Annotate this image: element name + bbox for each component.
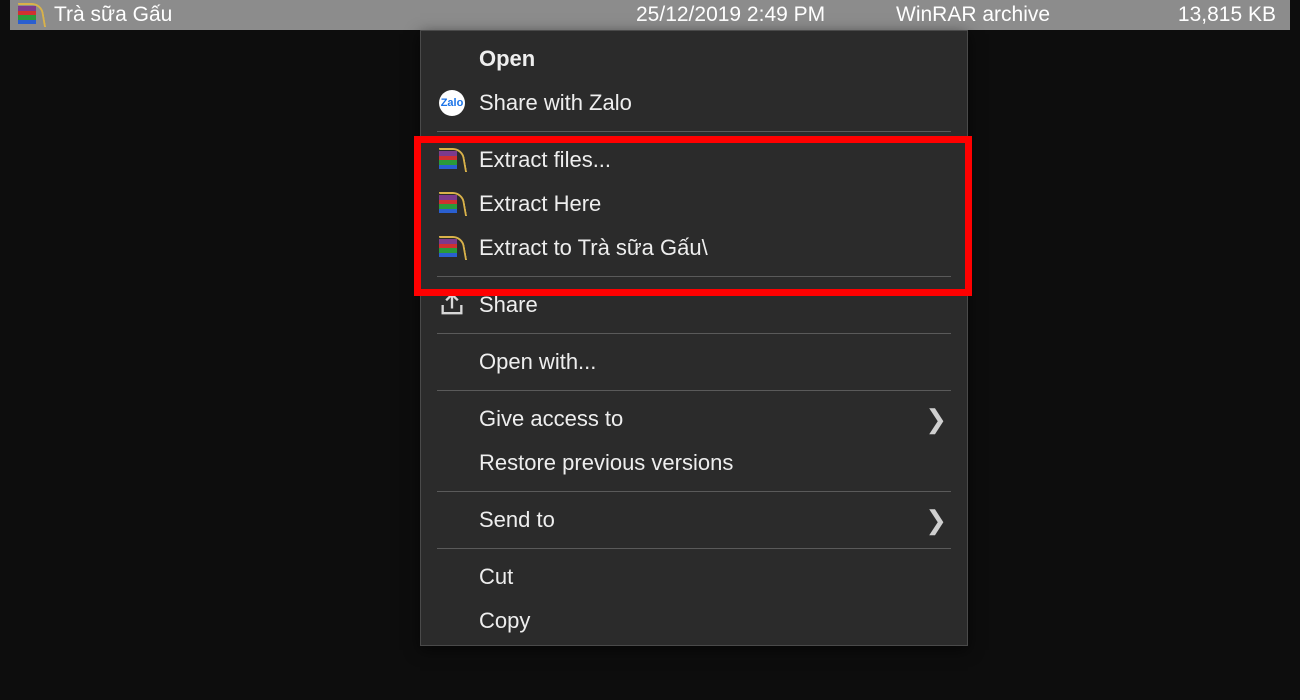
file-name: Trà sữa Gấu: [54, 3, 172, 27]
menu-item-share[interactable]: Share: [423, 283, 965, 327]
menu-label: Share with Zalo: [479, 90, 632, 116]
menu-item-extract-files[interactable]: Extract files...: [423, 138, 965, 182]
menu-label: Extract files...: [479, 147, 611, 173]
file-type: WinRAR archive: [896, 3, 1126, 27]
winrar-archive-icon: [437, 234, 467, 262]
menu-item-restore-previous-versions[interactable]: Restore previous versions: [423, 441, 965, 485]
winrar-archive-icon: [437, 190, 467, 218]
menu-item-send-to[interactable]: Send to ❯: [423, 498, 965, 542]
chevron-right-icon: ❯: [925, 505, 947, 536]
menu-label: Send to: [479, 507, 555, 533]
menu-item-share-zalo[interactable]: Zalo Share with Zalo: [423, 81, 965, 125]
chevron-right-icon: ❯: [925, 404, 947, 435]
menu-label: Share: [479, 292, 538, 318]
menu-label: Extract to Trà sữa Gấu\: [479, 235, 708, 261]
menu-label: Copy: [479, 608, 530, 634]
menu-label: Give access to: [479, 406, 623, 432]
context-menu: Open Zalo Share with Zalo Extract files.…: [420, 30, 968, 646]
menu-separator: [437, 276, 951, 277]
menu-label: Open: [479, 46, 535, 72]
menu-label: Cut: [479, 564, 513, 590]
menu-item-cut[interactable]: Cut: [423, 555, 965, 599]
menu-label: Extract Here: [479, 191, 601, 217]
menu-separator: [437, 333, 951, 334]
winrar-archive-icon: [437, 146, 467, 174]
menu-item-copy[interactable]: Copy: [423, 599, 965, 643]
zalo-icon: Zalo: [437, 89, 467, 117]
share-icon: [437, 291, 467, 319]
winrar-archive-icon: [18, 3, 44, 27]
menu-item-extract-here[interactable]: Extract Here: [423, 182, 965, 226]
menu-separator: [437, 390, 951, 391]
menu-separator: [437, 491, 951, 492]
menu-item-open-with[interactable]: Open with...: [423, 340, 965, 384]
file-row-selected[interactable]: Trà sữa Gấu 25/12/2019 2:49 PM WinRAR ar…: [10, 0, 1290, 30]
file-size: 13,815 KB: [1126, 3, 1282, 27]
menu-item-open[interactable]: Open: [423, 37, 965, 81]
menu-label: Restore previous versions: [479, 450, 733, 476]
menu-separator: [437, 548, 951, 549]
menu-item-extract-to[interactable]: Extract to Trà sữa Gấu\: [423, 226, 965, 270]
menu-item-give-access-to[interactable]: Give access to ❯: [423, 397, 965, 441]
menu-label: Open with...: [479, 349, 596, 375]
file-date: 25/12/2019 2:49 PM: [636, 3, 896, 27]
menu-separator: [437, 131, 951, 132]
